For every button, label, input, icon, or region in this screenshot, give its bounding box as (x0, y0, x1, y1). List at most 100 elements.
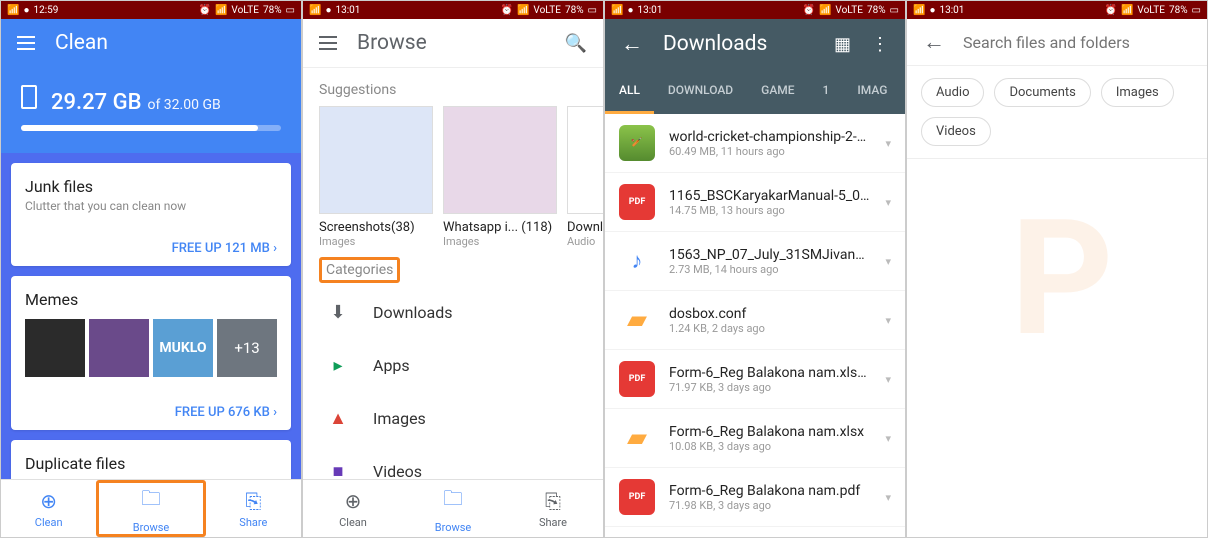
category-images[interactable]: ▲Images (303, 392, 603, 445)
screen-search: P 📶●13:01 ⏰📶VoLTE78%▭ ← Audio Documents … (906, 0, 1208, 538)
file-name: 1165_BSCKaryakarManual-5_001.... (669, 188, 871, 204)
file-name: 1563_NP_07_July_31SMJivanChar... (669, 247, 871, 263)
images-icon: ▲ (327, 408, 349, 429)
nav-clean[interactable]: ⊕Clean (303, 480, 403, 537)
bottom-nav: ⊕Clean 🗀Browse ⎘Share (1, 479, 301, 537)
file-type-icon: ▰ (619, 302, 655, 338)
file-item[interactable]: PDF Form-6_Reg Balakona nam.xlsx.pdf71.97… (605, 350, 905, 409)
tab-1[interactable]: 1 (809, 69, 844, 114)
menu-icon[interactable] (319, 36, 337, 50)
nav-browse[interactable]: 🗀Browse (96, 480, 205, 537)
chevron-down-icon[interactable]: ▾ (885, 314, 891, 327)
nav-share[interactable]: ⎘Share (503, 480, 603, 537)
chip-documents[interactable]: Documents (994, 78, 1090, 107)
search-header: ← (907, 19, 1207, 66)
chip-videos[interactable]: Videos (921, 117, 991, 146)
file-name: Form-6_Reg Balakona nam.xlsx (669, 424, 871, 440)
file-type-icon: PDF (619, 479, 655, 515)
file-item[interactable]: ▰accs_election75.00 B, 15 May▾ (605, 527, 905, 538)
nav-browse[interactable]: 🗀Browse (403, 480, 503, 537)
tabs: ALL DOWNLOAD GAME 1 IMAG (605, 69, 905, 114)
tab-imag[interactable]: IMAG (843, 69, 901, 114)
tab-game[interactable]: GAME (747, 69, 808, 114)
file-info: 71.97 KB, 3 days ago (669, 381, 871, 394)
nav-clean[interactable]: ⊕Clean (1, 480, 96, 537)
apps-icon: ▸ (327, 355, 349, 376)
memes-card[interactable]: Memes MUKLO +13 FREE UP 676 KB › (11, 276, 291, 430)
page-title: Clean (55, 31, 108, 55)
search-input[interactable] (963, 33, 1191, 52)
tab-all[interactable]: ALL (605, 69, 654, 114)
free-up-button[interactable]: FREE UP 121 MB › (25, 241, 277, 256)
share-icon: ⎘ (545, 489, 561, 513)
file-type-icon: ♪ (619, 243, 655, 279)
more-icon[interactable]: ⋮ (871, 34, 889, 55)
grid-view-icon[interactable]: ▦ (834, 34, 851, 55)
file-info: 60.49 MB, 11 hours ago (669, 145, 871, 158)
chevron-down-icon[interactable]: ▾ (885, 255, 891, 268)
meme-thumb[interactable]: +13 (217, 319, 277, 377)
file-item[interactable]: ▰dosbox.conf1.24 KB, 2 days ago▾ (605, 291, 905, 350)
back-icon[interactable]: ← (621, 31, 643, 57)
meme-thumb[interactable] (89, 319, 149, 377)
suggestion-card[interactable]: ♪ Download ... Audio (567, 106, 603, 248)
category-downloads[interactable]: ⬇Downloads (303, 286, 603, 339)
junk-files-card[interactable]: Junk files Clutter that you can clean no… (11, 163, 291, 266)
status-bar: 📶●13:01 ⏰📶VoLTE78%▭ (907, 1, 1207, 19)
meme-thumb[interactable]: MUKLO (153, 319, 213, 377)
chip-images[interactable]: Images (1101, 78, 1174, 107)
share-icon: ⎘ (245, 489, 261, 513)
file-item[interactable]: ▰ Form-6_Reg Balakona nam.xlsx10.08 KB, 3… (605, 409, 905, 468)
category-apps[interactable]: ▸Apps (303, 339, 603, 392)
storage-progress (21, 125, 281, 131)
file-name: dosbox.conf (669, 306, 871, 322)
file-type-icon: PDF (619, 361, 655, 397)
chevron-down-icon[interactable]: ▾ (885, 373, 891, 386)
bottom-nav: ⊕Clean 🗀Browse ⎘Share (303, 479, 603, 537)
screen-downloads: 📶●13:01 ⏰📶VoLTE78%▭ ← Downloads ▦ ⋮ ALL … (604, 0, 906, 538)
chevron-down-icon[interactable]: ▾ (885, 137, 891, 150)
download-icon: ⬇ (327, 302, 349, 323)
folder-icon: 🗀 (141, 484, 161, 518)
chevron-down-icon[interactable]: ▾ (885, 432, 891, 445)
card-title: Duplicate files (25, 454, 277, 473)
free-up-button[interactable]: FREE UP 676 KB › (25, 405, 277, 420)
phone-icon (21, 85, 37, 109)
file-info: 14.75 MB, 13 hours ago (669, 204, 871, 217)
file-item[interactable]: ♪ 1563_NP_07_July_31SMJivanChar...2.73 MB… (605, 232, 905, 291)
status-bar: 📶●13:01 ⏰📶VoLTE78%▭ (303, 1, 603, 19)
back-icon[interactable]: ← (923, 29, 945, 55)
status-bar: 📶●12:59 ⏰📶VoLTE78%▭ (1, 1, 301, 19)
file-info: 71.98 KB, 3 days ago (669, 499, 871, 512)
card-title: Junk files (25, 177, 277, 196)
file-type-icon: ▰ (619, 420, 655, 456)
chip-audio[interactable]: Audio (921, 78, 984, 107)
page-title: Browse (357, 31, 427, 55)
menu-icon[interactable] (17, 36, 35, 50)
file-info: 2.73 MB, 14 hours ago (669, 263, 871, 276)
tab-download[interactable]: DOWNLOAD (654, 69, 747, 114)
file-item[interactable]: PDF 1165_BSCKaryakarManual-5_001....14.75… (605, 173, 905, 232)
file-info: 10.08 KB, 3 days ago (669, 440, 871, 453)
header: Clean (1, 19, 301, 67)
categories-list: ⬇Downloads ▸Apps ▲Images ■Videos (303, 286, 603, 498)
file-name: Form-6_Reg Balakona nam.xlsx.pdf (669, 365, 871, 381)
chevron-down-icon[interactable]: ▾ (885, 491, 891, 504)
file-name: world-cricket-championship-2-2-1.... (669, 129, 871, 145)
file-list: 🏏world-cricket-championship-2-2-1....60.… (605, 114, 905, 538)
storage-widget: 29.27 GB of 32.00 GB (1, 67, 301, 153)
file-item[interactable]: PDFForm-6_Reg Balakona nam.pdf71.98 KB, … (605, 468, 905, 527)
suggestion-card[interactable]: Screenshots(38) Images (319, 106, 433, 248)
clean-icon: ⊕ (345, 489, 362, 513)
screen-clean: 📶●12:59 ⏰📶VoLTE78%▭ Clean 29.27 GB of 32… (0, 0, 302, 538)
search-icon[interactable]: 🔍 (565, 33, 587, 54)
meme-thumb[interactable] (25, 319, 85, 377)
status-bar: 📶●13:01 ⏰📶VoLTE78%▭ (605, 1, 905, 19)
file-type-icon: PDF (619, 184, 655, 220)
card-subtitle: Clutter that you can clean now (25, 199, 277, 213)
file-item[interactable]: 🏏world-cricket-championship-2-2-1....60.… (605, 114, 905, 173)
chevron-down-icon[interactable]: ▾ (885, 196, 891, 209)
header: Browse 🔍 (303, 19, 603, 68)
suggestion-card[interactable]: Whatsapp i... (118) Images (443, 106, 557, 248)
nav-share[interactable]: ⎘Share (206, 480, 301, 537)
